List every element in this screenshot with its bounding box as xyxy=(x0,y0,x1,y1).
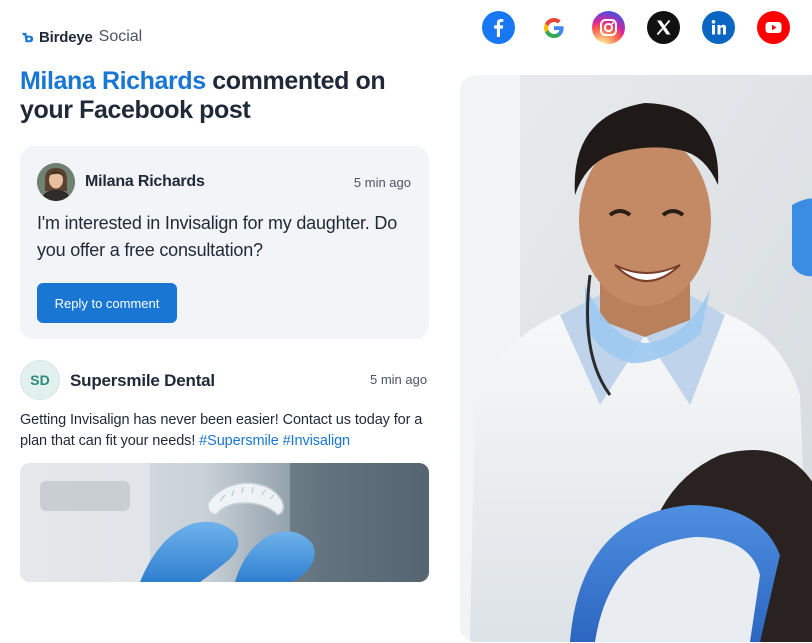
brand-name: Birdeye xyxy=(39,28,93,46)
facebook-icon[interactable] xyxy=(482,11,515,44)
post-timestamp: 5 min ago xyxy=(370,372,428,387)
commenter-name[interactable]: Milana Richards xyxy=(85,173,205,191)
post-author[interactable]: Supersmile Dental xyxy=(70,371,215,391)
commenter-avatar xyxy=(37,163,75,201)
notification-headline: Milana Richards commented on your Facebo… xyxy=(20,67,420,125)
post-image-aligners xyxy=(20,463,429,582)
brand-product: Social xyxy=(98,28,143,45)
page-avatar: SD xyxy=(20,360,60,400)
comment-card: Milana Richards 5 min ago I'm interested… xyxy=(20,146,429,339)
x-icon[interactable] xyxy=(647,11,680,44)
comment-timestamp: 5 min ago xyxy=(353,175,411,190)
hero-photo-dentist xyxy=(460,75,812,642)
post-hashtags[interactable]: #Supersmile #Invisalign xyxy=(199,433,350,449)
instagram-icon[interactable] xyxy=(592,11,625,44)
linkedin-icon[interactable] xyxy=(702,11,735,44)
youtube-icon[interactable] xyxy=(757,11,790,44)
comment-text: I'm interested in Invisalign for my daug… xyxy=(37,213,398,260)
headline-commenter-name: Milana Richards xyxy=(20,67,206,95)
birdeye-logo-icon xyxy=(21,32,34,42)
google-icon[interactable] xyxy=(537,11,570,44)
social-networks xyxy=(482,11,790,44)
brand-logo: Birdeye Social xyxy=(20,28,142,46)
post-text: Getting Invisalign has never been easier… xyxy=(20,410,432,452)
reply-to-comment-button[interactable]: Reply to comment xyxy=(37,283,177,323)
